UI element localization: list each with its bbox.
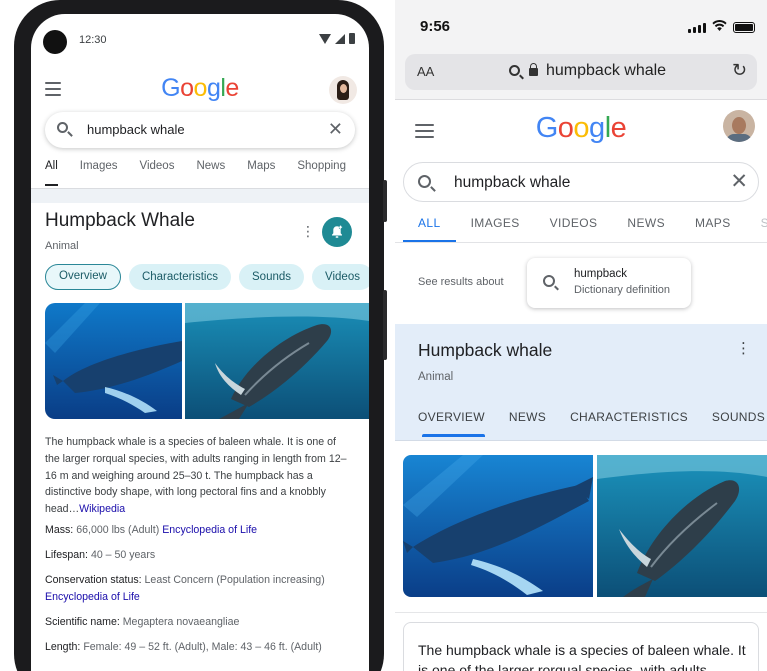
tab-all[interactable]: All bbox=[45, 160, 58, 186]
dictionary-chip[interactable]: humpback Dictionary definition bbox=[527, 258, 691, 308]
entity-tab-sounds[interactable]: SOUNDS bbox=[712, 410, 765, 424]
conservation-source-link[interactable]: Encyclopedia of Life bbox=[45, 591, 140, 603]
entity-subtitle: Animal bbox=[418, 371, 454, 383]
tab-videos[interactable]: VIDEOS bbox=[535, 216, 613, 242]
reload-icon[interactable]: ↻ bbox=[732, 60, 747, 81]
chip-overview[interactable]: Overview bbox=[45, 264, 121, 290]
battery-icon bbox=[349, 33, 355, 44]
entity-title: Humpback Whale bbox=[45, 210, 195, 231]
see-results-about-label: See results about bbox=[418, 276, 504, 288]
fact-conservation: Conservation status: Least Concern (Popu… bbox=[45, 574, 325, 603]
dictionary-subtitle: Dictionary definition bbox=[574, 284, 670, 296]
android-status-bar: 12:30 bbox=[31, 14, 369, 62]
tab-images[interactable]: Images bbox=[80, 160, 118, 186]
whale-image-2[interactable] bbox=[597, 455, 767, 597]
battery-icon bbox=[733, 22, 755, 33]
safari-toolbar: AA humpback whale ↻ bbox=[395, 52, 767, 100]
tab-more[interactable]: B bbox=[368, 160, 369, 186]
whale-image-1[interactable] bbox=[403, 455, 593, 597]
search-input[interactable]: humpback whale bbox=[454, 174, 570, 192]
ios-screen: 9:56 AA humpback whale ↻ Google humpback… bbox=[395, 0, 767, 671]
fact-length: Length: Female: 49 – 52 ft. (Adult), Mal… bbox=[45, 641, 322, 653]
entity-tab-characteristics[interactable]: CHARACTERISTICS bbox=[570, 410, 688, 424]
section-divider bbox=[395, 612, 767, 613]
status-icons bbox=[319, 33, 355, 44]
chip-sounds[interactable]: Sounds bbox=[239, 264, 305, 290]
front-camera bbox=[43, 30, 67, 54]
search-icon bbox=[509, 65, 520, 76]
close-icon[interactable]: ✕ bbox=[328, 119, 343, 140]
tabs-divider bbox=[395, 242, 767, 243]
entity-tab-overview[interactable]: OVERVIEW bbox=[418, 410, 485, 437]
wifi-icon bbox=[712, 20, 727, 33]
account-avatar[interactable] bbox=[329, 76, 357, 104]
entity-tab-news[interactable]: NEWS bbox=[509, 410, 546, 424]
tab-images[interactable]: IMAGES bbox=[456, 216, 535, 242]
entity-subtitle: Animal bbox=[45, 240, 79, 252]
reader-settings-button[interactable]: AA bbox=[417, 64, 434, 79]
wifi-icon bbox=[319, 33, 331, 44]
search-tabs: All Images Videos News Maps Shopping B bbox=[45, 160, 369, 186]
more-vert-icon[interactable]: ⋮ bbox=[301, 224, 315, 238]
tab-news[interactable]: News bbox=[196, 160, 225, 186]
volume-button bbox=[383, 180, 387, 222]
fact-lifespan: Lifespan: 40 – 50 years bbox=[45, 549, 156, 561]
chip-characteristics[interactable]: Characteristics bbox=[128, 264, 231, 290]
google-logo[interactable]: Google bbox=[395, 112, 767, 145]
search-box[interactable]: humpback whale ✕ bbox=[45, 112, 355, 148]
google-logo[interactable]: Google bbox=[31, 74, 369, 103]
more-vert-icon[interactable]: ⋮ bbox=[736, 341, 751, 356]
search-tabs: ALL IMAGES VIDEOS NEWS MAPS S bbox=[403, 216, 767, 242]
search-icon bbox=[57, 122, 68, 133]
power-button bbox=[383, 290, 387, 360]
whale-image-1[interactable] bbox=[45, 303, 182, 419]
entity-tabs: OVERVIEW NEWS CHARACTERISTICS SOUNDS bbox=[418, 410, 767, 437]
entity-description: The humpback whale is a species of balee… bbox=[418, 642, 746, 671]
tab-more[interactable]: S bbox=[746, 216, 767, 242]
signal-icon bbox=[335, 33, 345, 44]
tab-videos[interactable]: Videos bbox=[140, 160, 175, 186]
status-icons bbox=[688, 20, 755, 33]
status-time: 12:30 bbox=[79, 34, 107, 46]
search-input[interactable]: humpback whale bbox=[87, 122, 185, 137]
dictionary-term: humpback bbox=[574, 268, 628, 280]
wikipedia-link[interactable]: Wikipedia bbox=[79, 503, 125, 515]
tab-all[interactable]: ALL bbox=[403, 216, 456, 242]
google-header: Google bbox=[395, 108, 767, 154]
section-band bbox=[31, 189, 369, 203]
add-alert-icon[interactable] bbox=[322, 217, 352, 247]
entity-tabs-divider bbox=[395, 440, 767, 441]
search-icon bbox=[418, 175, 431, 188]
signal-icon bbox=[688, 23, 706, 33]
mass-source-link[interactable]: Encyclopedia of Life bbox=[162, 524, 257, 536]
address-bar[interactable]: AA humpback whale ↻ bbox=[405, 54, 757, 90]
lock-icon bbox=[529, 63, 538, 76]
tab-news[interactable]: NEWS bbox=[612, 216, 680, 242]
chip-videos[interactable]: Videos bbox=[312, 264, 369, 290]
android-screen: 12:30 Google humpback whale ✕ All Images… bbox=[31, 14, 369, 671]
search-box[interactable]: humpback whale ✕ bbox=[403, 162, 759, 202]
entity-title: Humpback whale bbox=[418, 340, 553, 360]
tab-maps[interactable]: MAPS bbox=[680, 216, 746, 242]
account-avatar[interactable] bbox=[723, 110, 755, 142]
tab-shopping[interactable]: Shopping bbox=[297, 160, 346, 186]
status-time: 9:56 bbox=[420, 18, 451, 35]
address-text[interactable]: humpback whale bbox=[546, 62, 666, 80]
search-icon bbox=[543, 275, 555, 287]
ios-status-bar: 9:56 bbox=[395, 0, 767, 52]
tab-maps[interactable]: Maps bbox=[247, 160, 275, 186]
whale-image-2[interactable] bbox=[185, 303, 369, 419]
fact-mass: Mass: 66,000 lbs (Adult) Encyclopedia of… bbox=[45, 524, 258, 536]
google-header: Google bbox=[31, 72, 369, 112]
close-icon[interactable]: ✕ bbox=[730, 169, 748, 194]
entity-description: The humpback whale is a species of balee… bbox=[45, 436, 347, 516]
entity-chips: Overview Characteristics Sounds Videos bbox=[45, 264, 369, 290]
fact-scientific-name: Scientific name: Megaptera novaeangliae bbox=[45, 616, 240, 628]
